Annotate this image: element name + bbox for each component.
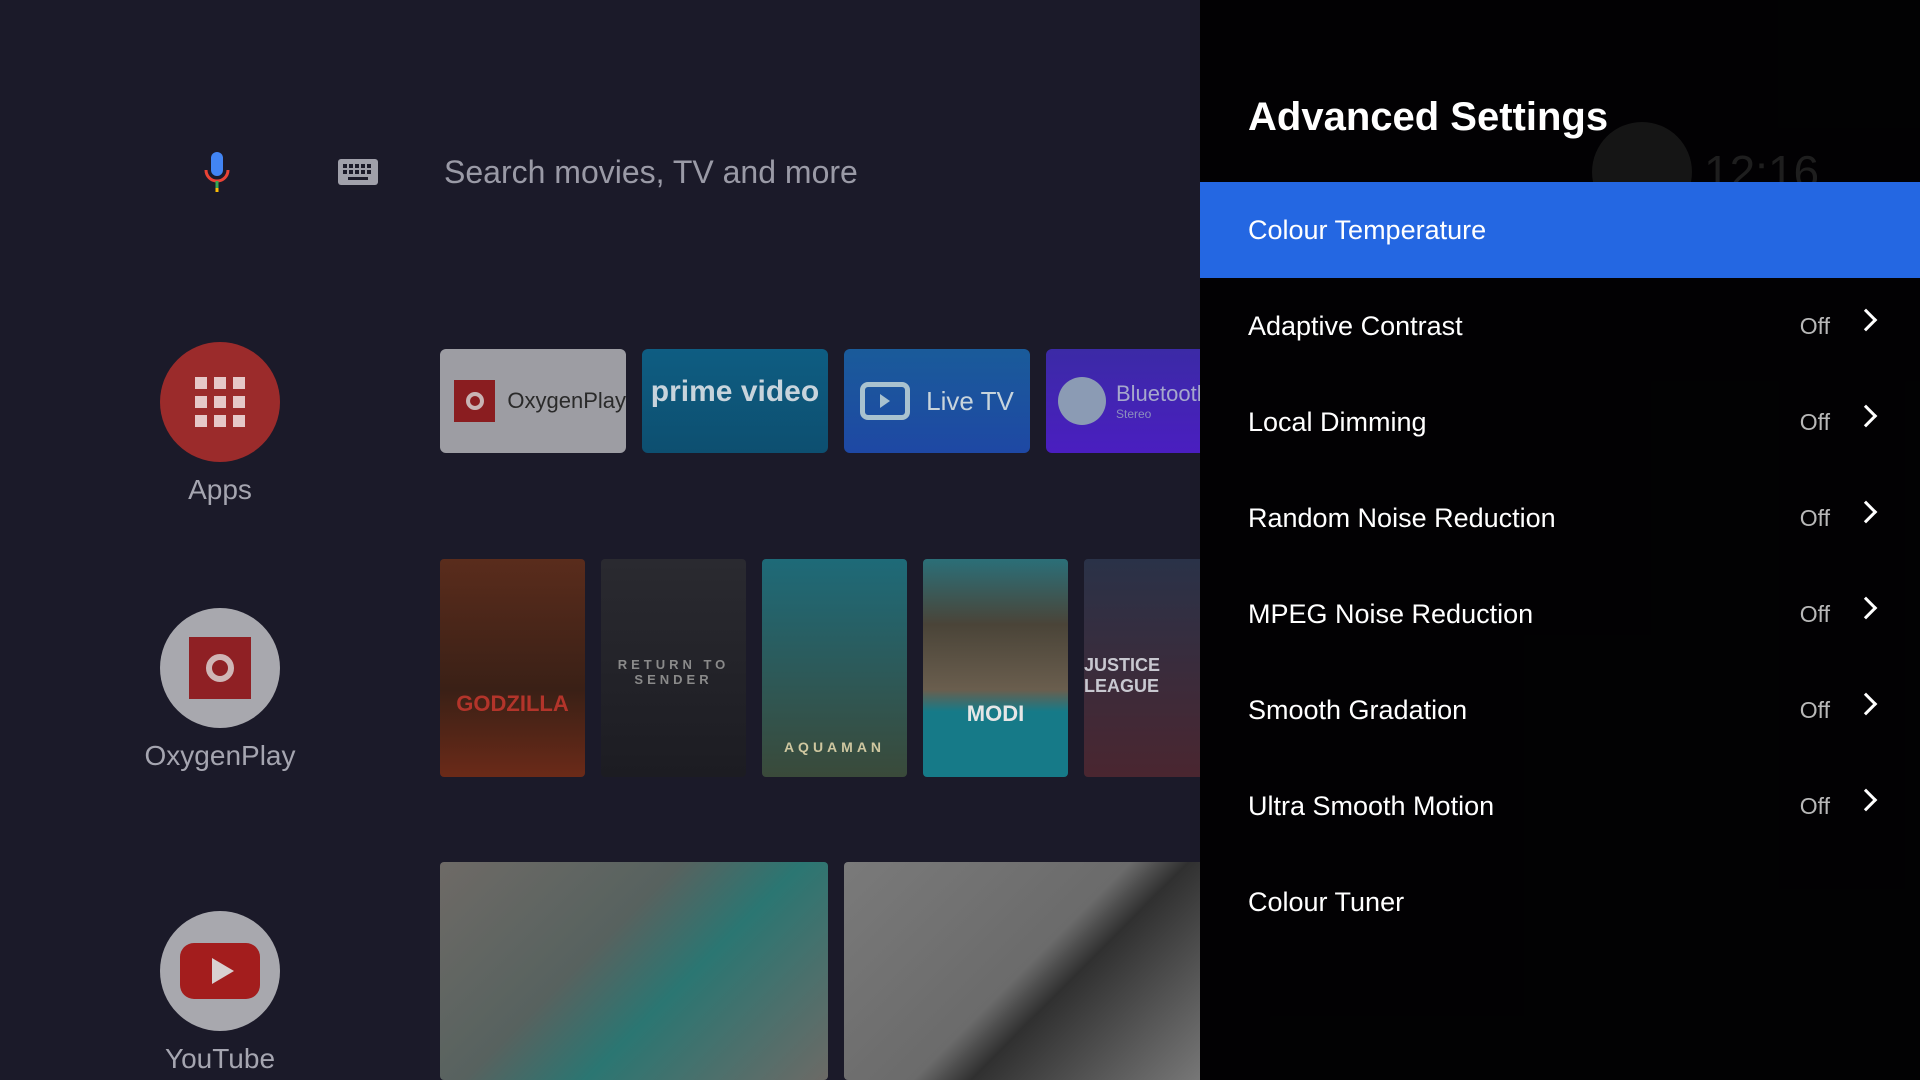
sidebar-oxygenplay-button[interactable]: [160, 608, 280, 728]
setting-value: Off: [1799, 504, 1830, 531]
poster-title: JUSTICE LEAGUE: [1084, 655, 1161, 696]
setting-value: Off: [1799, 600, 1830, 627]
setting-ultra-smooth-motion[interactable]: Ultra Smooth Motion Off: [1200, 758, 1920, 854]
poster-return-to-sender[interactable]: RETURN TO SENDER: [601, 559, 746, 777]
setting-label: Colour Temperature: [1248, 214, 1487, 245]
advanced-settings-panel: 12:16 Advanced Settings Colour Temperatu…: [1200, 0, 1920, 1080]
chevron-right-icon: [1854, 692, 1878, 716]
oxygenplay-icon: [189, 637, 251, 699]
tv-icon: [860, 382, 911, 420]
video-thumbnail-phone[interactable]: [844, 862, 1200, 1080]
app-tile-label: Bluetooth: [1116, 381, 1200, 406]
chevron-right-icon: [1854, 308, 1878, 332]
app-tile-oxygenplay[interactable]: OxygenPlay: [440, 349, 626, 453]
setting-mpeg-noise-reduction[interactable]: MPEG Noise Reduction Off: [1200, 566, 1920, 662]
search-input[interactable]: Search movies, TV and more: [444, 154, 858, 191]
app-tile-sublabel: Stereo: [1116, 407, 1152, 421]
setting-adaptive-contrast[interactable]: Adaptive Contrast Off: [1200, 278, 1920, 374]
setting-value: Off: [1799, 696, 1830, 723]
video-thumbnail-switch[interactable]: [440, 862, 828, 1080]
setting-value: Off: [1799, 408, 1830, 435]
oxygenplay-logo-icon: [454, 380, 496, 422]
poster-title: AQUAMAN: [783, 739, 886, 755]
poster-title: GODZILLA: [456, 691, 569, 716]
youtube-icon: [180, 943, 260, 999]
setting-label: Ultra Smooth Motion: [1248, 790, 1495, 821]
app-tile-prime-video[interactable]: prime video: [642, 349, 828, 453]
setting-label: MPEG Noise Reduction: [1248, 598, 1534, 629]
poster-title: MODI: [966, 701, 1025, 726]
grid-icon: [195, 377, 245, 427]
music-note-icon: [1058, 377, 1106, 425]
sidebar-apps-label: Apps: [188, 474, 252, 505]
chevron-right-icon: [1854, 596, 1878, 620]
setting-label: Random Noise Reduction: [1248, 502, 1556, 533]
sidebar-youtube-button[interactable]: [160, 911, 280, 1031]
setting-label: Colour Tuner: [1248, 886, 1405, 917]
chevron-right-icon: [1854, 500, 1878, 524]
sidebar-oxygenplay-label: OxygenPlay: [144, 740, 296, 771]
app-tile-bluetooth[interactable]: Bluetooth Stereo: [1046, 349, 1200, 453]
setting-colour-tuner[interactable]: Colour Tuner: [1200, 854, 1920, 950]
setting-label: Adaptive Contrast: [1248, 310, 1463, 341]
setting-value: Off: [1799, 792, 1830, 819]
app-tile-live-tv[interactable]: Live TV: [844, 349, 1030, 453]
sidebar-youtube-label: YouTube: [164, 1043, 276, 1074]
setting-label: Local Dimming: [1248, 406, 1427, 437]
poster-modi[interactable]: MODI: [923, 559, 1068, 777]
setting-random-noise-reduction[interactable]: Random Noise Reduction Off: [1200, 470, 1920, 566]
poster-justice-league[interactable]: JUSTICE LEAGUE: [1084, 559, 1200, 777]
app-tile-label: OxygenPlay: [507, 388, 626, 413]
setting-smooth-gradation[interactable]: Smooth Gradation Off: [1200, 662, 1920, 758]
poster-godzilla[interactable]: GODZILLA: [440, 559, 585, 777]
poster-aquaman[interactable]: AQUAMAN: [762, 559, 907, 777]
app-tile-label: Live TV: [926, 385, 1014, 416]
chevron-right-icon: [1854, 788, 1878, 812]
keyboard-icon[interactable]: [338, 159, 378, 185]
setting-value: Off: [1799, 312, 1830, 339]
app-tile-label: prime video: [650, 375, 820, 408]
setting-local-dimming[interactable]: Local Dimming Off: [1200, 374, 1920, 470]
setting-label: Smooth Gradation: [1248, 694, 1468, 725]
panel-title: Advanced Settings: [1248, 95, 1609, 139]
sidebar-apps-button[interactable]: [160, 342, 280, 462]
mic-icon[interactable]: [203, 150, 231, 194]
setting-colour-temperature[interactable]: Colour Temperature: [1200, 182, 1920, 278]
poster-title: RETURN TO SENDER: [617, 657, 730, 687]
chevron-right-icon: [1854, 404, 1878, 428]
